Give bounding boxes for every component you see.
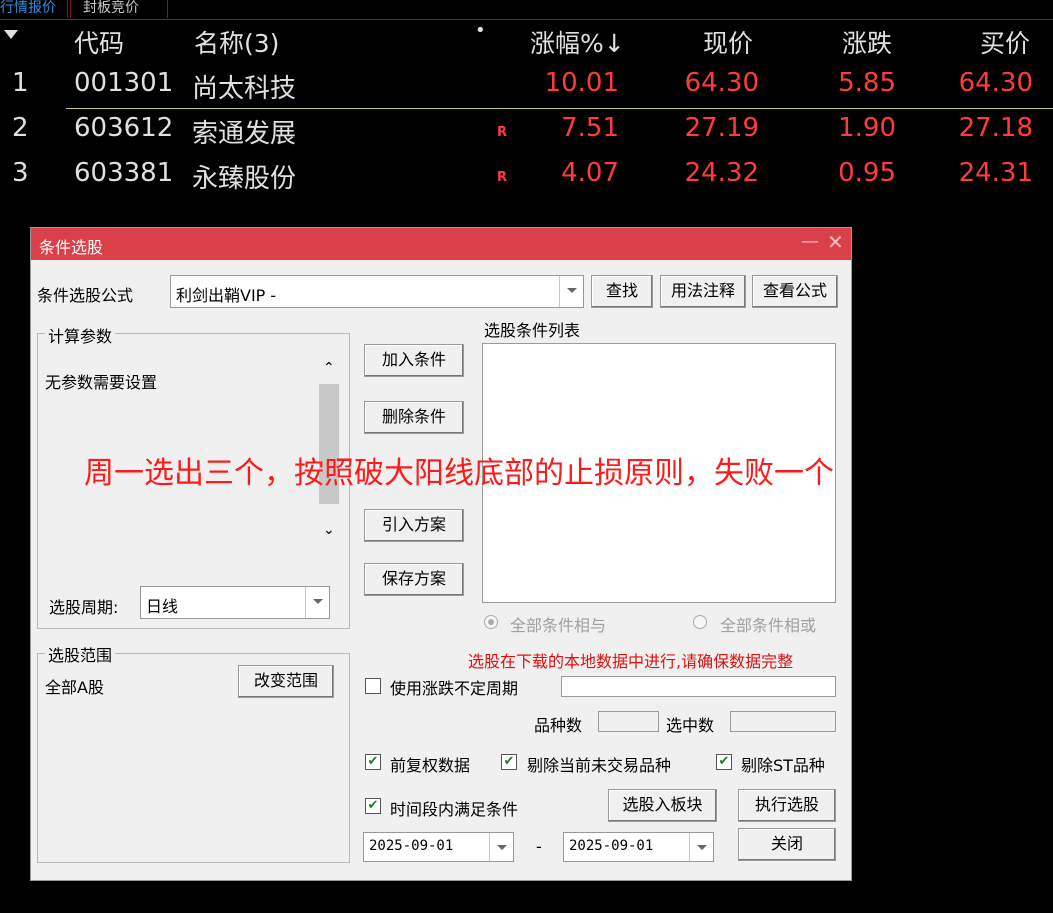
stock-name: 永臻股份 <box>192 164 297 194</box>
row-index: 1 <box>12 68 29 98</box>
chevron-down-icon[interactable] <box>559 276 583 307</box>
margin-flag-badge: R <box>497 170 508 185</box>
change-pct: 7.51 <box>561 113 619 143</box>
header-dot: • <box>475 20 486 41</box>
period-condition-checkbox[interactable]: ✔ <box>365 798 381 814</box>
scroll-down-icon[interactable]: ⌄ <box>323 522 335 538</box>
chevron-down-icon[interactable] <box>305 587 329 618</box>
stock-code: 603612 <box>74 113 174 143</box>
params-text: 无参数需要设置 <box>45 373 158 392</box>
period-label: 选股周期: <box>49 598 119 617</box>
price: 24.32 <box>684 158 759 188</box>
stock-code: 001301 <box>74 68 174 98</box>
exclude-st-checkbox[interactable]: ✔ <box>716 754 732 770</box>
end-date-picker[interactable]: 2025-09-01 <box>563 832 714 862</box>
exclude-untraded-label: 剔除当前未交易品种 <box>527 756 672 775</box>
change-pct: 4.07 <box>561 158 619 188</box>
end-date: 2025-09-01 <box>569 838 654 854</box>
tab-quotes[interactable]: 行情报价 <box>0 0 68 18</box>
price: 27.19 <box>684 113 759 143</box>
or-all-label: 全部条件相或 <box>720 616 817 635</box>
minimize-icon[interactable]: — <box>801 231 819 252</box>
margin-flag-badge: R <box>497 125 508 140</box>
dialog-title: 条件选股 <box>39 238 104 257</box>
params-scrollbar[interactable]: ⌃ ⌄ <box>319 356 339 546</box>
exclude-untraded-checkbox[interactable]: ✔ <box>501 754 517 770</box>
uncertain-period-label: 使用涨跌不定周期 <box>390 679 519 698</box>
scroll-up-icon[interactable]: ⌃ <box>323 360 335 376</box>
and-all-radio[interactable] <box>484 615 498 629</box>
params-group-label: 计算参数 <box>45 323 116 347</box>
data-warning: 选股在下载的本地数据中进行,请确保数据完整 <box>468 652 794 671</box>
header-change[interactable]: 涨跌 <box>842 24 892 60</box>
save-plan-button[interactable]: 保存方案 <box>364 563 464 596</box>
change: 0.95 <box>838 158 896 188</box>
exclude-st-label: 剔除ST品种 <box>741 756 825 775</box>
range-group-label: 选股范围 <box>45 642 116 666</box>
formula-value: 利剑出鞘VIP - <box>176 286 277 305</box>
tab-limit-auction[interactable]: 封板竞价 <box>70 0 168 18</box>
chevron-down-icon[interactable] <box>689 833 713 861</box>
chevron-down-icon[interactable] <box>489 833 513 861</box>
adj-data-label: 前复权数据 <box>390 756 471 775</box>
and-all-label: 全部条件相与 <box>510 616 607 635</box>
range-value: 全部A股 <box>45 678 104 697</box>
delete-condition-button[interactable]: 删除条件 <box>364 401 464 434</box>
selected-count-label: 选中数 <box>666 716 715 735</box>
price: 64.30 <box>684 68 759 98</box>
header-code[interactable]: 代码 <box>74 24 124 60</box>
header-bid[interactable]: 买价 <box>980 24 1030 60</box>
header-price[interactable]: 现价 <box>703 24 753 60</box>
change: 1.90 <box>838 113 896 143</box>
change: 5.85 <box>838 68 896 98</box>
selected-count-field <box>730 711 836 732</box>
bid: 24.31 <box>958 158 1033 188</box>
row-index: 3 <box>12 158 29 188</box>
uncertain-period-input[interactable] <box>561 676 836 697</box>
variety-count-label: 品种数 <box>534 716 583 735</box>
row-index: 2 <box>12 113 29 143</box>
add-condition-button[interactable]: 加入条件 <box>364 344 464 377</box>
header-change-pct[interactable]: 涨幅%↓ <box>530 24 625 60</box>
date-separator: - <box>536 837 542 856</box>
change-range-button[interactable]: 改变范围 <box>238 665 334 698</box>
variety-count-field <box>598 711 659 732</box>
row-selection-line <box>66 108 1053 109</box>
period-value: 日线 <box>146 597 179 616</box>
stock-code: 603381 <box>74 158 174 188</box>
or-all-radio[interactable] <box>693 615 707 629</box>
annotation-text: 周一选出三个，按照破大阳线底部的止损原则，失败一个 <box>84 456 834 491</box>
close-button[interactable]: 关闭 <box>738 828 836 861</box>
usage-notes-button[interactable]: 用法注释 <box>660 275 746 308</box>
change-pct: 10.01 <box>544 68 619 98</box>
period-select[interactable]: 日线 <box>140 586 330 619</box>
bid: 27.18 <box>958 113 1033 143</box>
formula-select[interactable]: 利剑出鞘VIP - <box>170 275 584 308</box>
adj-data-checkbox[interactable]: ✔ <box>365 754 381 770</box>
bid: 64.30 <box>958 68 1033 98</box>
start-date: 2025-09-01 <box>369 838 454 854</box>
condition-screening-dialog: 条件选股 — ✕ 条件选股公式 利剑出鞘VIP - 查找 用法注释 查看公式 计… <box>30 227 852 881</box>
condition-list-title: 选股条件列表 <box>484 321 581 340</box>
uncertain-period-checkbox[interactable] <box>365 678 381 694</box>
table-row[interactable]: 3 603381 永臻股份 R 4.07 24.32 0.95 24.31 <box>0 158 1053 202</box>
import-plan-button[interactable]: 引入方案 <box>364 509 464 542</box>
header-name[interactable]: 名称(3) <box>194 24 279 60</box>
period-condition-label: 时间段内满足条件 <box>390 800 519 819</box>
find-button[interactable]: 查找 <box>591 275 653 308</box>
start-date-picker[interactable]: 2025-09-01 <box>363 832 514 862</box>
view-formula-button[interactable]: 查看公式 <box>752 275 838 308</box>
to-block-button[interactable]: 选股入板块 <box>608 789 717 822</box>
stock-name: 尚太科技 <box>192 74 297 104</box>
tab-bar: 行情报价 封板竞价 <box>0 0 1053 20</box>
execute-button[interactable]: 执行选股 <box>738 789 836 822</box>
dialog-title-bar[interactable]: 条件选股 — ✕ <box>31 228 851 260</box>
close-icon[interactable]: ✕ <box>827 230 844 254</box>
table-row[interactable]: 1 001301 尚太科技 10.01 64.30 5.85 64.30 <box>0 68 1053 112</box>
table-row[interactable]: 2 603612 索通发展 R 7.51 27.19 1.90 27.18 <box>0 113 1053 157</box>
table-header: 代码 名称(3) • 涨幅%↓ 现价 涨跌 买价 <box>0 20 1053 62</box>
formula-label: 条件选股公式 <box>37 286 134 305</box>
sort-menu-icon[interactable] <box>4 30 18 39</box>
stock-name: 索通发展 <box>192 119 297 149</box>
